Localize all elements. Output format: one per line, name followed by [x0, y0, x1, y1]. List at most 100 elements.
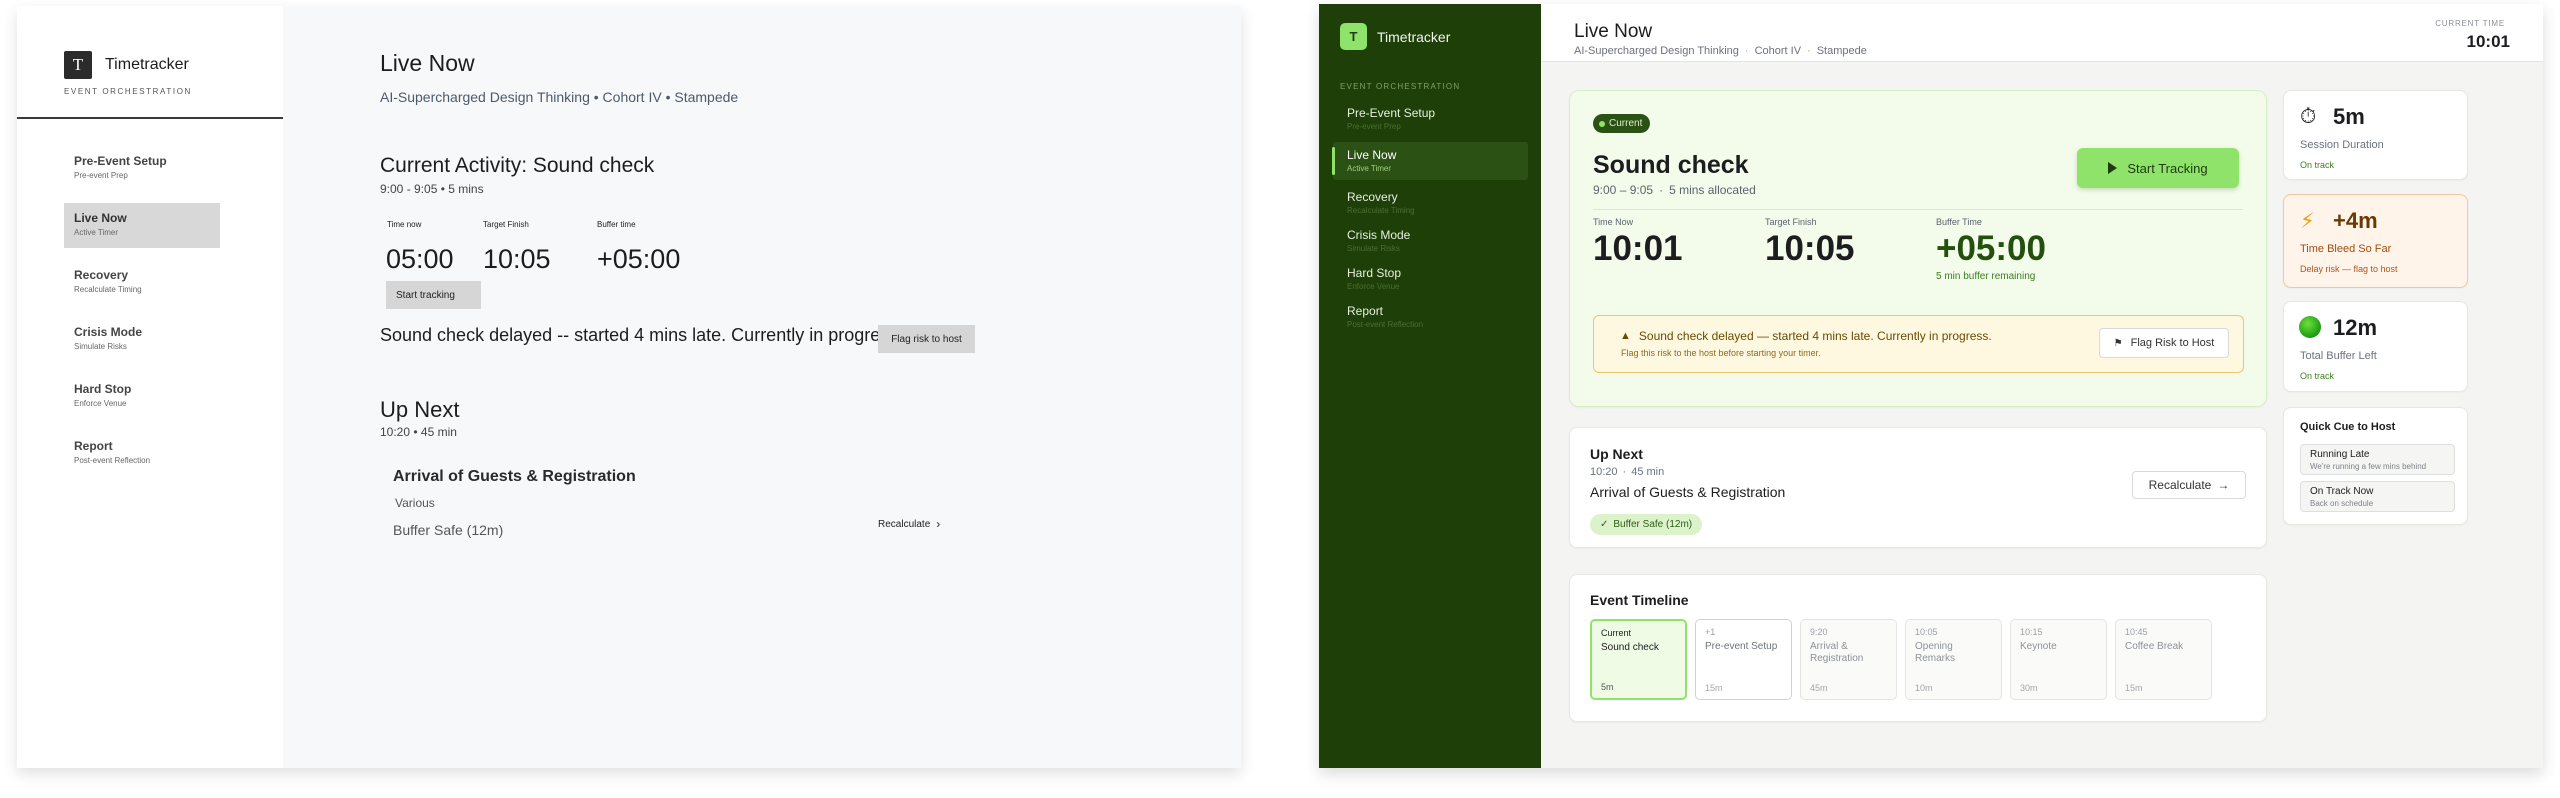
nav-label: Crisis Mode — [1347, 228, 1411, 242]
current-activity-meta: 9:00 - 9:05 • 5 mins — [380, 182, 484, 196]
sidebar-item-crisis-mode[interactable]: Crisis Mode Simulate Risks — [1333, 222, 1528, 260]
flag-risk-button[interactable]: ⚑ Flag Risk to Host — [2099, 328, 2229, 358]
flag-icon: ⚑ — [2113, 337, 2123, 349]
sidebar-item-pre-event-setup[interactable]: Pre-Event Setup Pre-event Prep — [1333, 100, 1528, 138]
event-timeline-card: Event Timeline Current Sound check 5m +1… — [1569, 574, 2267, 722]
breadcrumb-item: AI-Supercharged Design Thinking — [1574, 45, 1739, 57]
sidebar-item-crisis-mode[interactable]: Crisis Mode Simulate Risks — [64, 317, 220, 362]
chevron-right-icon: › — [936, 517, 941, 531]
start-tracking-button[interactable]: Start tracking — [386, 281, 481, 309]
up-next-event-name: Arrival of Guests & Registration — [1590, 484, 1786, 500]
cue-running-late-button[interactable]: Running Late We're running a few mins be… — [2300, 444, 2455, 475]
sidebar-divider — [17, 117, 283, 119]
meta-separator: · — [1622, 466, 1627, 478]
nav-label: Report — [74, 439, 113, 453]
nav-sublabel: Pre-event Prep — [74, 171, 128, 180]
buffer-time-value: +05:00 — [1936, 229, 2046, 268]
sidebar-item-hard-stop[interactable]: Hard Stop Enforce Venue — [1333, 260, 1528, 298]
nav-sublabel: Post-event Reflection — [74, 456, 151, 465]
sidebar-item-pre-event-setup[interactable]: Pre-Event Setup Pre-event Prep — [64, 146, 220, 191]
nav-sublabel: Active Timer — [1347, 164, 1392, 173]
timeline-item[interactable]: +1 Pre-event Setup 15m — [1695, 619, 1792, 700]
current-time-value: 10:01 — [2466, 32, 2510, 51]
up-next-title: Up Next — [380, 397, 460, 422]
live-dot-icon — [1599, 120, 1605, 127]
wireframe-window: T Timetracker Event Orchestration Pre-Ev… — [17, 6, 1241, 768]
play-icon — [2108, 162, 2118, 174]
stat-note: On track — [2300, 160, 2335, 170]
sidebar-item-live-now[interactable]: Live Now Active Timer — [64, 203, 220, 248]
timeline-time: 9:20 — [1810, 627, 1828, 637]
sidebar-item-live-now[interactable]: Live Now Active Timer — [1332, 142, 1528, 180]
timeline-duration: 45m — [1810, 683, 1828, 693]
time-now-label: Time Now — [1593, 217, 1634, 227]
current-activity-card: Current Sound check 9:00 – 9:05 · 5 mins a… — [1569, 90, 2267, 407]
timeline-time: 10:15 — [2020, 627, 2043, 637]
sidebar-item-report[interactable]: Report Post-event Reflection — [64, 431, 220, 476]
time-now-value: 05:00 — [386, 244, 454, 274]
stat-card-time-bleed: ⚡ +4m Time Bleed So Far Delay risk — fla… — [2283, 194, 2468, 288]
delay-warning-banner: ▲ Sound check delayed — started 4 mins l… — [1593, 315, 2244, 373]
timeline-item-current[interactable]: Current Sound check 5m — [1590, 619, 1687, 700]
sidebar-section-label: Event Orchestration — [1340, 82, 1461, 91]
nav-sublabel: Simulate Risks — [74, 342, 127, 351]
brand-logo: T — [1340, 23, 1367, 50]
breadcrumb-item: Cohort IV — [1754, 45, 1802, 57]
timeline-item[interactable]: 10:05 Opening Remarks 10m — [1905, 619, 2002, 700]
nav-label: Hard Stop — [74, 382, 132, 396]
timeline-item[interactable]: 10:15 Keynote 30m — [2010, 619, 2107, 700]
start-tracking-button[interactable]: Start Tracking — [2077, 148, 2239, 188]
timeline-duration: 30m — [2020, 683, 2038, 693]
buffer-safe-badge: ✓ Buffer Safe (12m) — [1590, 514, 1703, 535]
app-window: T Timetracker Event Orchestration Pre-Ev… — [1319, 4, 2543, 768]
warning-icon: ▲ — [1620, 330, 1631, 342]
delay-warning-text: Sound check delayed -- started 4 mins la… — [380, 325, 899, 345]
current-time-label: Current Time — [2435, 19, 2505, 28]
badge-label: Buffer Safe (12m) — [1613, 519, 1693, 530]
cue-on-track-button[interactable]: On Track Now Back on schedule — [2300, 481, 2455, 512]
sidebar-item-recovery[interactable]: Recovery Recalculate Timing — [64, 260, 220, 305]
breadcrumb-separator: · — [1744, 45, 1749, 57]
timeline-duration: 15m — [1705, 683, 1723, 693]
buffer-time-label: Buffer time — [597, 220, 636, 229]
up-next-title: Up Next — [1590, 446, 1643, 462]
sidebar-item-recovery[interactable]: Recovery Recalculate Timing — [1333, 184, 1528, 222]
nav-label: Pre-Event Setup — [1347, 106, 1436, 120]
up-next-event-name: Arrival of Guests & Registration — [393, 468, 636, 485]
up-next-time: 10:20 — [1590, 466, 1618, 478]
recalculate-button[interactable]: Recalculate → — [2132, 471, 2246, 499]
cue-label: On Track Now — [2310, 486, 2374, 497]
activity-allocated: 5 mins allocated — [1669, 183, 1756, 197]
timeline-name: Arrival & Registration — [1810, 641, 1864, 664]
meta-separator: · — [1659, 183, 1664, 197]
stat-value: 5m — [2333, 104, 2365, 129]
up-next-duration: 45 min — [1631, 466, 1665, 478]
timeline-time: 10:45 — [2125, 627, 2148, 637]
nav-sublabel: Active Timer — [74, 228, 119, 237]
timeline-item[interactable]: 9:20 Arrival & Registration 45m — [1800, 619, 1897, 700]
wireframe-sidebar: T Timetracker Event Orchestration Pre-Ev… — [17, 6, 283, 768]
button-label: Flag Risk to Host — [2130, 337, 2215, 349]
timeline-duration: 10m — [1915, 683, 1933, 693]
nav-label: Report — [1347, 304, 1384, 318]
recalculate-button[interactable]: Recalculate › — [878, 517, 940, 531]
timeline-name: Sound check — [1601, 642, 1659, 653]
sidebar-item-hard-stop[interactable]: Hard Stop Enforce Venue — [64, 374, 220, 419]
sidebar-item-report[interactable]: Report Post-event Reflection — [1333, 298, 1528, 336]
wireframe-nav: Pre-Event Setup Pre-event Prep Live Now … — [64, 146, 220, 488]
cue-label: Running Late — [2310, 449, 2370, 460]
nav-label: Live Now — [74, 211, 127, 225]
stopwatch-icon: ⏱ — [2300, 105, 2317, 128]
up-next-card: Up Next 10:20 · 45 min Arrival of Guests &… — [1569, 427, 2267, 548]
nav-label: Crisis Mode — [74, 325, 143, 339]
nav-label: Recovery — [74, 268, 129, 282]
timeline-item[interactable]: 10:45 Coffee Break 15m — [2115, 619, 2212, 700]
flag-risk-button[interactable]: Flag risk to host — [878, 325, 975, 353]
app-nav: Pre-Event Setup Pre-event Prep Live Now … — [1332, 100, 1528, 336]
arrow-right-icon: → — [2217, 478, 2230, 492]
activity-time-range: 9:00 – 9:05 — [1593, 183, 1654, 197]
timeline-title: Event Timeline — [1590, 592, 1689, 608]
time-now-value: 10:01 — [1593, 229, 1683, 268]
up-next-meta: 10:20 · 45 min — [1590, 466, 1664, 478]
breadcrumb-item: Stampede — [1816, 45, 1867, 57]
